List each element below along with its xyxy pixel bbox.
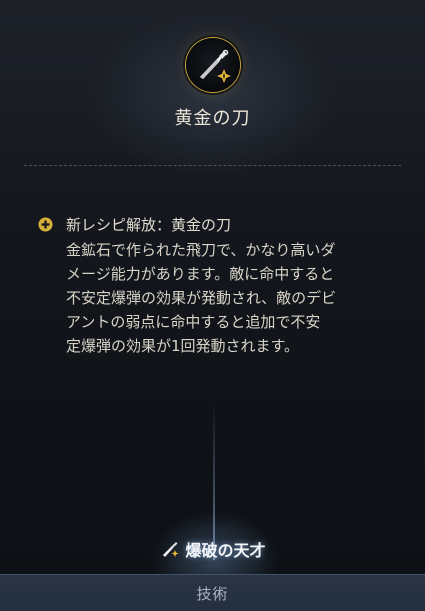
skill-badge[interactable]: 爆破の天才	[0, 536, 425, 562]
divider	[24, 165, 401, 166]
golden-knife-icon	[200, 49, 231, 83]
category-label: 技術	[196, 584, 229, 603]
knife-spark-icon	[163, 542, 179, 557]
recipe-card: 黄金の刀 新レシピ解放：黄金の刀 金鉱石で作られた飛刀で、かなり高いダ メージ能…	[0, 0, 425, 611]
recipe-unlock-label: 新レシピ解放：黄金の刀	[66, 216, 232, 234]
plus-icon	[38, 217, 53, 232]
skill-name: 爆破の天才	[185, 541, 266, 560]
recipe-description: 金鉱石で作られた飛刀で、かなり高いダ メージ能力があります。敵に命中すると 不安…	[66, 241, 337, 355]
item-emblem	[186, 38, 240, 92]
item-title: 黄金の刀	[174, 108, 251, 129]
category-tab[interactable]: 技術	[0, 574, 425, 611]
